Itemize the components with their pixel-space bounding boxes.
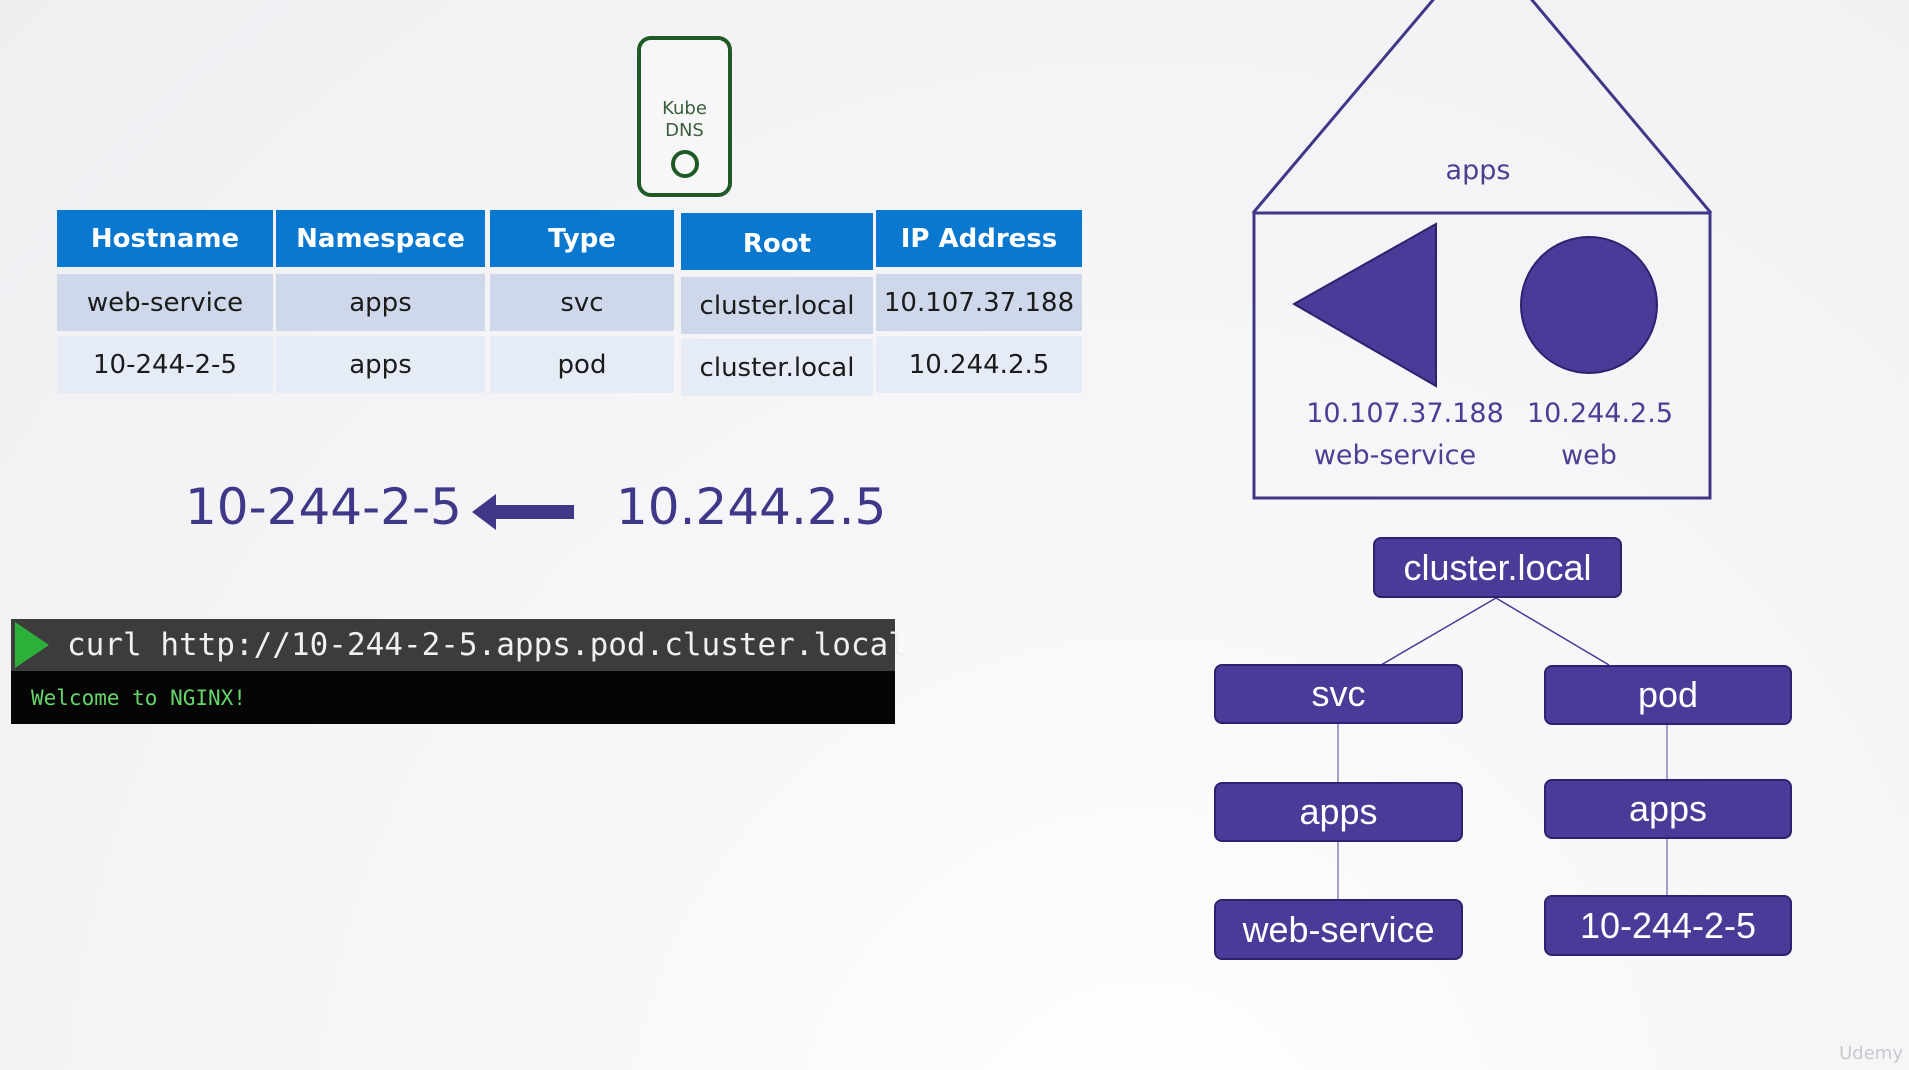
tree-node-pod: pod: [1544, 665, 1792, 725]
tree-node-pod-leaf: 10-244-2-5: [1544, 895, 1792, 956]
tree-node-root: cluster.local: [1373, 537, 1622, 598]
tree-node-pod-namespace: apps: [1544, 779, 1792, 839]
udemy-watermark: Udemy: [1839, 1043, 1903, 1064]
tree-node-service-leaf: web-service: [1214, 899, 1463, 960]
tree-node-svc: svc: [1214, 664, 1463, 724]
tree-node-svc-namespace: apps: [1214, 782, 1463, 842]
